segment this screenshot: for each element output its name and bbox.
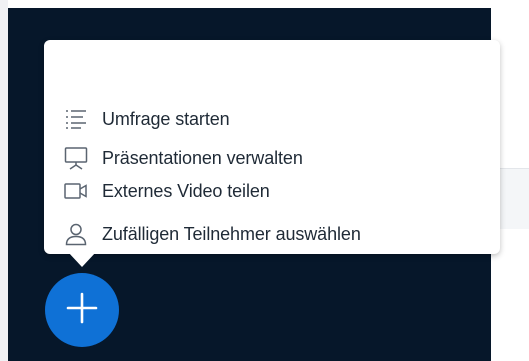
menu-item-label: Präsentationen verwalten xyxy=(102,147,303,168)
menu-pointer-caret xyxy=(68,252,96,267)
menu-item-label: Umfrage starten xyxy=(102,108,230,129)
menu-item-label: Externes Video teilen xyxy=(102,180,270,201)
menu-item-start-poll[interactable]: Umfrage starten xyxy=(44,99,500,139)
presentation-icon xyxy=(64,146,88,170)
menu-item-share-external-video[interactable]: Externes Video teilen xyxy=(44,171,500,211)
menu-item-select-random-participant[interactable]: Zufälligen Teilnehmer auswählen xyxy=(44,214,500,254)
actions-menu: Umfrage starten Präsentationen verwalten… xyxy=(44,40,500,254)
video-camera-icon xyxy=(64,179,88,203)
actions-plus-button[interactable] xyxy=(45,273,119,347)
plus-icon xyxy=(65,291,99,330)
poll-list-icon xyxy=(64,107,88,131)
menu-item-label: Zufälligen Teilnehmer auswählen xyxy=(102,223,361,244)
user-icon xyxy=(64,222,88,246)
left-edge xyxy=(0,0,8,361)
